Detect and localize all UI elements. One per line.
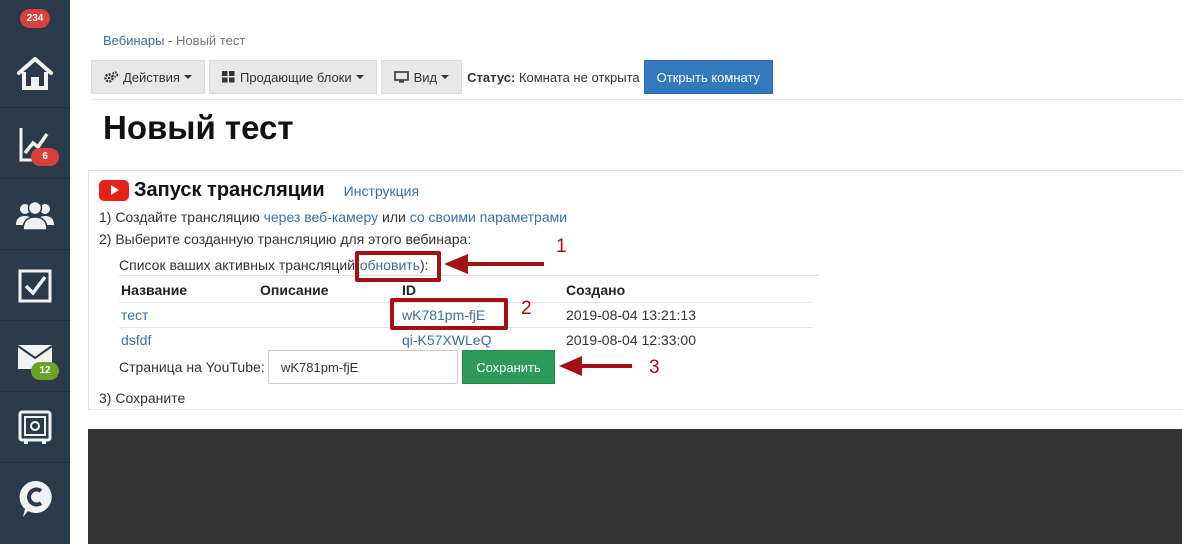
- sidebar-item-chat[interactable]: [0, 464, 70, 534]
- youtube-page-input[interactable]: [268, 350, 458, 384]
- annotation-box-refresh: [355, 251, 441, 282]
- column-created: Создано: [566, 281, 626, 298]
- panel-header: Запуск трансляции Инструкция: [99, 179, 419, 202]
- annotation-box-id: [390, 298, 508, 330]
- instruction-link[interactable]: Инструкция: [344, 183, 419, 199]
- column-name: Название: [121, 281, 188, 298]
- annotation-arrow-1: [444, 254, 544, 274]
- webcam-link[interactable]: через веб-камеру: [264, 209, 379, 225]
- broadcast-created: 2019-08-04 13:21:13: [564, 301, 812, 327]
- actions-label: Действия: [123, 69, 180, 85]
- checkbox-icon: [18, 269, 52, 302]
- actions-dropdown[interactable]: Действия: [91, 60, 205, 94]
- grid-icon: [221, 71, 235, 83]
- youtube-page-label: Страница на YouTube:: [119, 359, 265, 375]
- breadcrumb: Вебинары - Новый тест: [103, 33, 245, 48]
- broadcast-id-link[interactable]: qi-K57XWLeQ: [402, 332, 491, 348]
- status-label: Статус:: [467, 69, 516, 85]
- open-room-button[interactable]: Открыть комнату: [643, 60, 774, 94]
- mail-badge: 12: [31, 362, 59, 380]
- toolbar: Действия Продающие блоки Вид Статус: Ком…: [91, 60, 774, 94]
- panel-title: Запуск трансляции: [134, 179, 325, 201]
- table-row: dsfdf qi-K57XWLeQ 2019-08-04 12:33:00: [119, 326, 812, 352]
- caret-down-icon: [355, 75, 364, 79]
- room-status: Статус: Комната не открыта: [467, 70, 640, 85]
- notifications-badge[interactable]: 234: [20, 9, 50, 28]
- broadcast-created: 2019-08-04 12:33:00: [564, 326, 812, 352]
- caret-down-icon: [183, 75, 192, 79]
- step-1-or: или: [382, 209, 406, 225]
- breadcrumb-current: Новый тест: [176, 33, 246, 48]
- monitor-icon: [393, 71, 409, 83]
- custom-params-link[interactable]: со своими параметрами: [410, 209, 567, 225]
- annotation-number-3: 3: [649, 357, 660, 378]
- stats-badge: 6: [31, 148, 59, 166]
- breadcrumb-separator: -: [168, 33, 173, 48]
- sidebar-item-tasks[interactable]: [0, 251, 70, 321]
- selling-blocks-dropdown[interactable]: Продающие блоки: [208, 60, 377, 94]
- broadcast-name-link[interactable]: dsfdf: [121, 332, 151, 348]
- sidebar-item-users[interactable]: [0, 180, 70, 250]
- step-1-text: 1) Создайте трансляцию: [99, 209, 260, 225]
- broadcast-description: [258, 301, 400, 327]
- step-1: 1) Создайте трансляцию через веб-камеру …: [99, 209, 567, 225]
- youtube-icon: [99, 180, 129, 201]
- selling-blocks-label: Продающие блоки: [239, 69, 352, 85]
- caret-down-icon: [441, 75, 450, 79]
- save-button[interactable]: Сохранить: [462, 350, 555, 384]
- step-2: 2) Выберите созданную трансляцию для это…: [99, 231, 472, 247]
- status-value: Комната не открыта: [518, 69, 640, 85]
- broadcast-panel: Запуск трансляции Инструкция 1) Создайте…: [88, 170, 1182, 410]
- view-dropdown[interactable]: Вид: [380, 60, 463, 94]
- gears-icon: [104, 70, 118, 84]
- toolbar-divider: [91, 99, 1182, 100]
- annotation-arrow-3: [559, 356, 632, 376]
- sidebar-item-home[interactable]: [0, 38, 70, 108]
- annotation-number-2: 2: [521, 298, 532, 319]
- step-3: 3) Сохраните: [99, 390, 186, 406]
- page-title: Новый тест: [103, 109, 294, 146]
- active-broadcasts-text: Список ваших активных трансляций: [119, 257, 356, 273]
- sidebar-item-stats[interactable]: 6: [0, 109, 70, 179]
- users-icon: [16, 200, 54, 231]
- annotation-number-1: 1: [556, 236, 567, 257]
- sidebar: 234 6 12: [0, 0, 70, 544]
- broadcast-description: [258, 326, 400, 352]
- chat-icon: [19, 480, 52, 517]
- sidebar-item-mail[interactable]: 12: [0, 322, 70, 392]
- dark-content-area: [88, 429, 1182, 544]
- sidebar-item-safe[interactable]: [0, 393, 70, 463]
- view-label: Вид: [413, 69, 438, 85]
- safe-icon: [18, 410, 52, 444]
- broadcast-name-link[interactable]: тест: [121, 307, 148, 323]
- breadcrumb-webinars-link[interactable]: Вебинары: [103, 33, 164, 48]
- home-icon: [17, 56, 53, 90]
